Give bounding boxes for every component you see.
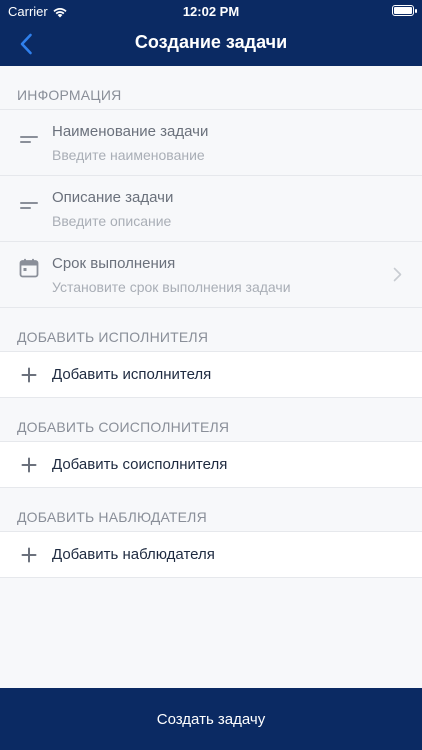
status-time: 12:02 PM [182,4,240,19]
status-right [392,5,417,16]
add-executor-label: Добавить исполнителя [52,366,212,383]
section-header-co-executor: ДОБАВИТЬ СОИСПОЛНИТЕЛЯ [0,398,422,442]
task-name-placeholder: Введите наименование [52,147,205,163]
due-date-field[interactable]: Срок выполнения Установите срок выполнен… [0,242,422,308]
task-description-label: Описание задачи [52,189,174,206]
due-date-label: Срок выполнения [52,255,176,272]
add-executor-button[interactable]: Добавить исполнителя [0,352,422,398]
add-co-executor-button[interactable]: Добавить соисполнителя [0,442,422,488]
section-header-info: ИНФОРМАЦИЯ [0,66,422,110]
nav-bar: Создание задачи [0,22,422,66]
text-lines-icon [20,136,38,143]
plus-icon [21,367,37,383]
section-header-observer: ДОБАВИТЬ НАБЛЮДАТЕЛЯ [0,488,422,532]
create-task-button[interactable]: Создать задачу [0,688,422,750]
status-bar: Carrier 12:02 PM [0,0,422,22]
task-name-label: Наименование задачи [52,123,209,140]
due-date-placeholder: Установите срок выполнения задачи [52,279,291,295]
page-title: Создание задачи [134,32,288,52]
task-name-field[interactable]: Наименование задачи Введите наименование [0,110,422,176]
battery-icon [392,5,417,16]
calendar-icon [19,258,39,278]
chevron-right-icon [393,267,402,282]
add-observer-button[interactable]: Добавить наблюдателя [0,532,422,578]
section-header-executor: ДОБАВИТЬ ИСПОЛНИТЕЛЯ [0,308,422,352]
text-lines-icon [20,202,38,209]
plus-icon [21,547,37,563]
task-description-placeholder: Введите описание [52,213,172,229]
task-create-screen: Carrier 12:02 PM Создание задачи ИНФОРМА… [0,0,422,750]
task-description-field[interactable]: Описание задачи Введите описание [0,176,422,242]
content: ИНФОРМАЦИЯ Наименование задачи Введите н… [0,66,422,578]
add-co-executor-label: Добавить соисполнителя [52,456,228,473]
plus-icon [21,457,37,473]
header: Carrier 12:02 PM Создание задачи [0,0,422,66]
add-observer-label: Добавить наблюдателя [52,546,215,563]
